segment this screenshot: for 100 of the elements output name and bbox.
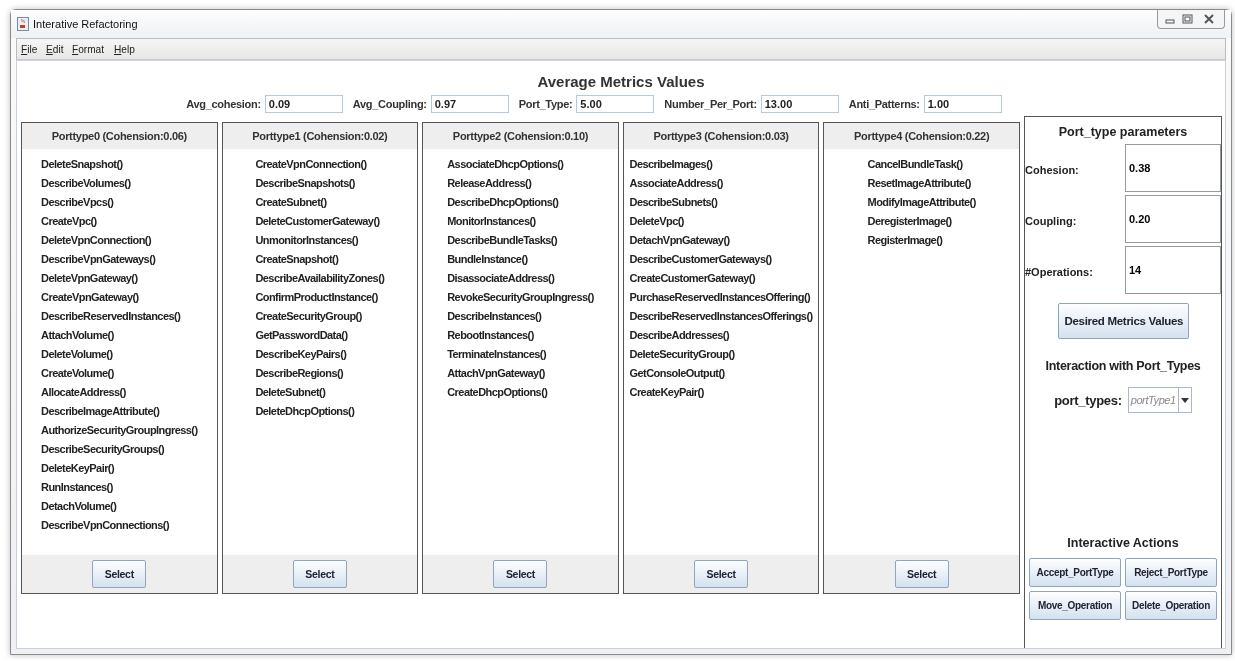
list-item[interactable]: CreateDhcpOptions() xyxy=(447,383,548,402)
list-item[interactable]: CreateKeyPair() xyxy=(629,383,704,402)
list-item[interactable]: DetachVolume() xyxy=(41,497,117,516)
list-item[interactable]: CreateCustomerGateway() xyxy=(629,269,755,288)
desired-metrics-button[interactable]: Desired Metrics Values xyxy=(1057,303,1189,339)
list-item[interactable]: AllocateAddress() xyxy=(41,383,126,402)
action-button[interactable]: Reject_PortType xyxy=(1125,558,1217,587)
list-item[interactable]: CreateSnapshot() xyxy=(255,250,339,269)
list-item[interactable]: TerminateInstances() xyxy=(447,345,547,364)
field-label: Port_Type: xyxy=(518,98,573,110)
list-item[interactable]: DeregisterImage() xyxy=(867,212,952,231)
input-field[interactable]: 0.97 xyxy=(430,95,509,113)
panel-header: Porttype1 (Cohension:0.02) xyxy=(222,123,418,149)
list-item[interactable]: DeleteSubnet() xyxy=(255,383,326,402)
list-item[interactable]: MonitorInstances() xyxy=(447,212,536,231)
list-item[interactable]: DeleteVolume() xyxy=(41,345,113,364)
list-item[interactable]: UnmonitorInstances() xyxy=(255,231,359,250)
section-title: Interaction with Port_Types xyxy=(1044,359,1202,373)
list-item[interactable]: DetachVpnGateway() xyxy=(629,231,730,250)
list-item[interactable]: DescribeCustomerGateways() xyxy=(629,250,772,269)
list-item[interactable]: DescribeVpnGateways() xyxy=(41,250,156,269)
list-item[interactable]: ReleaseAddress() xyxy=(447,174,532,193)
list-item[interactable]: ResetImageAttribute() xyxy=(867,174,971,193)
panel-header: Porttype4 (Cohension:0.22) xyxy=(824,123,1019,149)
input-field[interactable]: 0.09 xyxy=(264,95,343,113)
list-item[interactable]: AssociateAddress() xyxy=(629,174,723,193)
list-item[interactable]: DescribeImageAttribute() xyxy=(41,402,160,421)
list-item[interactable]: GetConsoleOutput() xyxy=(629,364,725,383)
list-item[interactable]: DeleteDhcpOptions() xyxy=(255,402,355,421)
section-title: Interactive Actions xyxy=(1066,536,1180,550)
field-label: #Operations: xyxy=(1025,265,1094,278)
list-item[interactable]: DescribeVolumes() xyxy=(41,174,131,193)
list-item[interactable]: CreateVpc() xyxy=(41,212,97,231)
list-item[interactable]: DeleteKeyPair() xyxy=(41,459,115,478)
action-button[interactable]: Delete_Operation xyxy=(1125,591,1217,620)
list-item[interactable]: DeleteSnapshot() xyxy=(41,155,123,174)
select-button[interactable]: Select xyxy=(694,560,749,588)
select-button[interactable]: Select xyxy=(292,560,347,588)
section-title: Port_type parameters xyxy=(1057,125,1189,139)
list-item[interactable]: RegisterImage() xyxy=(867,231,943,250)
list-item[interactable]: RunInstances() xyxy=(41,478,113,497)
menu-item[interactable]: File xyxy=(21,43,38,55)
list-item[interactable]: DescribeSubnets() xyxy=(629,193,718,212)
list-item[interactable]: ModifyImageAttribute() xyxy=(867,193,976,212)
menu-item[interactable]: Edit xyxy=(45,43,64,55)
action-button[interactable]: Accept_PortType xyxy=(1029,558,1121,587)
list-item[interactable]: DescribeSnapshots() xyxy=(255,174,355,193)
list-item[interactable]: CreateVpnGateway() xyxy=(41,288,139,307)
list-item[interactable]: DescribeReservedInstancesOfferings() xyxy=(629,307,813,326)
list-item[interactable]: CreateSecurityGroup() xyxy=(255,307,362,326)
list-item[interactable]: AssociateDhcpOptions() xyxy=(447,155,564,174)
port-types-dropdown[interactable]: portType1 xyxy=(1127,387,1192,413)
input-field[interactable]: 14 xyxy=(1125,246,1221,294)
list-item[interactable]: DeleteVpc() xyxy=(629,212,684,231)
menu-item[interactable]: Help xyxy=(113,43,135,55)
list-item[interactable]: DescribeSecurityGroups() xyxy=(41,440,165,459)
list-item[interactable]: GetPasswordData() xyxy=(255,326,348,345)
field-label: Avg_Coupling: xyxy=(352,98,427,110)
list-item[interactable]: DisassociateAddress() xyxy=(447,269,555,288)
list-item[interactable]: PurchaseReservedInstancesOffering() xyxy=(629,288,811,307)
field-label: port_types: xyxy=(1054,392,1122,408)
list-item[interactable]: DescribeImages() xyxy=(629,155,713,174)
list-item[interactable]: DescribeAvailabilityZones() xyxy=(255,269,385,288)
list-item[interactable]: CreateVpnConnection() xyxy=(255,155,367,174)
list-item[interactable]: CancelBundleTask() xyxy=(867,155,963,174)
list-item[interactable]: DescribeKeyPairs() xyxy=(255,345,347,364)
list-item[interactable]: DeleteVpnConnection() xyxy=(41,231,152,250)
list-item[interactable]: DescribeRegions() xyxy=(255,364,344,383)
list-item[interactable]: AttachVpnGateway() xyxy=(447,364,545,383)
list-item[interactable]: DescribeInstances() xyxy=(447,307,542,326)
input-field[interactable]: 13.00 xyxy=(760,95,839,113)
list-item[interactable]: BundleInstance() xyxy=(447,250,528,269)
input-field[interactable]: 0.38 xyxy=(1125,144,1221,192)
select-button[interactable]: Select xyxy=(894,560,949,588)
input-field[interactable]: 1.00 xyxy=(923,95,1002,113)
select-button[interactable]: Select xyxy=(493,560,548,588)
list-item[interactable]: DescribeReservedInstances() xyxy=(41,307,181,326)
list-item[interactable]: DeleteCustomerGateway() xyxy=(255,212,380,231)
list-item[interactable]: DeleteSecurityGroup() xyxy=(629,345,735,364)
list-item[interactable]: DescribeDhcpOptions() xyxy=(447,193,559,212)
list-item[interactable]: DescribeVpnConnections() xyxy=(41,516,170,535)
list-item[interactable]: AuthorizeSecurityGroupIngress() xyxy=(41,421,198,440)
list-item[interactable]: DescribeBundleTasks() xyxy=(447,231,558,250)
action-button[interactable]: Move_Operation xyxy=(1029,591,1121,620)
list-item[interactable]: CreateVolume() xyxy=(41,364,114,383)
menu-item[interactable]: Format xyxy=(71,43,104,55)
list-item[interactable]: RevokeSecurityGroupIngress() xyxy=(447,288,594,307)
select-button[interactable]: Select xyxy=(92,560,147,588)
list-item[interactable]: RebootInstances() xyxy=(447,326,534,345)
list-item[interactable]: DescribeAddresses() xyxy=(629,326,730,345)
panel-header: Porttype3 (Cohension:0.03) xyxy=(623,123,819,149)
list-item[interactable]: CreateSubnet() xyxy=(255,193,327,212)
list-item[interactable]: DeleteVpnGateway() xyxy=(41,269,138,288)
input-field[interactable]: 0.20 xyxy=(1125,195,1221,243)
panel-header: Porttype0 (Cohension:0.06) xyxy=(22,123,217,149)
list-item[interactable]: AttachVolume() xyxy=(41,326,114,345)
input-field[interactable]: 5.00 xyxy=(576,95,655,113)
list-item[interactable]: DescribeVpcs() xyxy=(41,193,114,212)
window-title: Interative Refactoring xyxy=(33,18,139,30)
list-item[interactable]: ConfirmProductInstance() xyxy=(255,288,378,307)
